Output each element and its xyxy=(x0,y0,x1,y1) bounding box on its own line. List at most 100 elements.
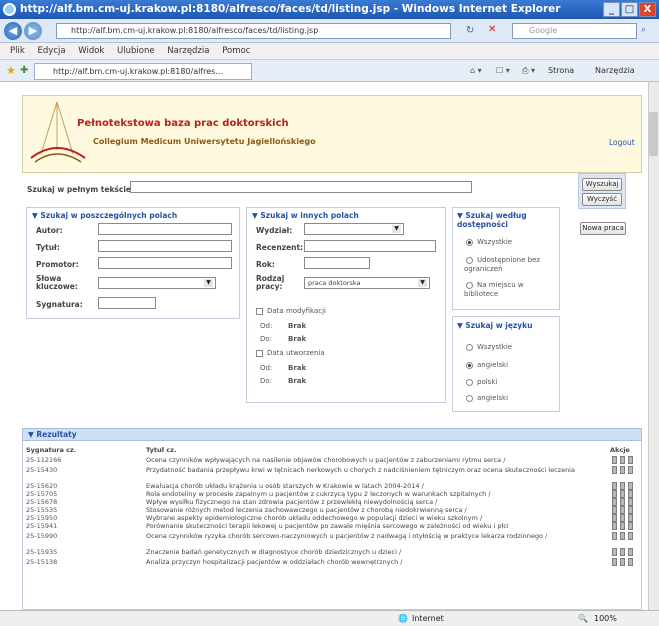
edit-icon[interactable] xyxy=(620,466,625,474)
created-to-value[interactable]: Brak xyxy=(288,377,306,385)
fulltext-input[interactable] xyxy=(130,181,472,193)
mod-from-value[interactable]: Brak xyxy=(288,322,306,330)
row-title[interactable]: Ocena czynników wpływających na nasileni… xyxy=(146,456,608,464)
edit-icon[interactable] xyxy=(620,490,625,498)
reviewer-input[interactable] xyxy=(304,240,436,252)
row-title[interactable]: Wybrane aspekty epidemiologiczne chorób … xyxy=(146,514,608,522)
row-title[interactable]: Stosowanie różnych metod leczenia zachow… xyxy=(146,506,608,514)
search-icon[interactable]: ⌕ xyxy=(641,25,646,35)
view-icon[interactable] xyxy=(612,506,617,514)
col-signature-header[interactable]: Sygnatura cz. xyxy=(26,446,76,454)
delete-icon[interactable] xyxy=(628,506,633,514)
row-title[interactable]: Znaczenie badań genetycznych w diagnosty… xyxy=(146,548,608,556)
edit-icon[interactable] xyxy=(620,558,625,566)
page-menu[interactable]: Strona xyxy=(548,60,574,82)
mod-to-value[interactable]: Brak xyxy=(288,335,306,343)
edit-icon[interactable] xyxy=(620,506,625,514)
delete-icon[interactable] xyxy=(628,548,633,556)
menu-tools[interactable]: Narzędzia xyxy=(167,46,209,56)
row-title[interactable]: Ewaluacja chorób układu krążenia u osób … xyxy=(146,482,608,490)
forward-button[interactable]: ▶ xyxy=(24,22,42,40)
edit-icon[interactable] xyxy=(620,456,625,464)
view-icon[interactable] xyxy=(612,522,617,530)
edit-icon[interactable] xyxy=(620,532,625,540)
stop-icon[interactable]: ✕ xyxy=(488,24,496,35)
signature-input[interactable] xyxy=(98,297,156,309)
author-input[interactable] xyxy=(98,223,232,235)
keywords-select[interactable]: ▼ xyxy=(98,277,216,289)
edit-icon[interactable] xyxy=(620,514,625,522)
add-favorite-icon[interactable]: ✚ xyxy=(20,60,28,82)
edit-icon[interactable] xyxy=(620,482,625,490)
view-icon[interactable] xyxy=(612,532,617,540)
tools-menu[interactable]: Narzędzia xyxy=(595,60,635,82)
ie-logo-icon xyxy=(3,3,16,16)
logout-link[interactable]: Logout xyxy=(609,138,635,147)
lang-english-radio[interactable] xyxy=(466,362,473,369)
delete-icon[interactable] xyxy=(628,490,633,498)
delete-icon[interactable] xyxy=(628,466,633,474)
delete-icon[interactable] xyxy=(628,558,633,566)
edit-icon[interactable] xyxy=(620,548,625,556)
row-title[interactable]: Rola endoteliny w procesie zapalnym u pa… xyxy=(146,490,608,498)
zoom-level[interactable]: 100% xyxy=(594,611,617,626)
view-icon[interactable] xyxy=(612,498,617,506)
vertical-scrollbar[interactable] xyxy=(648,82,659,610)
edit-icon[interactable] xyxy=(620,522,625,530)
menu-file[interactable]: Plik xyxy=(10,46,25,56)
menu-favorites[interactable]: Ulubione xyxy=(117,46,155,56)
delete-icon[interactable] xyxy=(628,456,633,464)
zoom-icon: 🔍 xyxy=(578,614,588,623)
view-icon[interactable] xyxy=(612,466,617,474)
clear-button[interactable]: Wyczyść xyxy=(582,193,622,206)
lang-all-radio[interactable] xyxy=(466,344,473,351)
col-title-header[interactable]: Tytuł cz. xyxy=(146,446,176,454)
row-title[interactable]: Ocena czynników ryzyka chorób sercowo-na… xyxy=(146,532,608,548)
created-from-value[interactable]: Brak xyxy=(288,364,306,372)
view-icon[interactable] xyxy=(612,482,617,490)
view-icon[interactable] xyxy=(612,490,617,498)
created-date-checkbox[interactable] xyxy=(256,350,263,357)
home-icon[interactable]: ⌂ ▾ xyxy=(470,60,482,82)
view-icon[interactable] xyxy=(612,548,617,556)
lang-polish-radio[interactable] xyxy=(466,379,473,386)
print-icon[interactable]: ⎙ ▾ xyxy=(522,60,535,82)
minimize-button[interactable]: _ xyxy=(603,2,620,17)
menu-help[interactable]: Pomoc xyxy=(222,46,250,56)
row-title[interactable]: Przydatność badania przepływu krwi w tęt… xyxy=(146,466,608,482)
delete-icon[interactable] xyxy=(628,498,633,506)
title-input[interactable] xyxy=(98,240,232,252)
feeds-icon[interactable]: ☐ ▾ xyxy=(496,60,510,82)
refresh-icon[interactable]: ↻ xyxy=(466,25,474,36)
delete-icon[interactable] xyxy=(628,482,633,490)
search-button[interactable]: Wyszukaj xyxy=(582,178,622,191)
delete-icon[interactable] xyxy=(628,522,633,530)
menu-edit[interactable]: Edycja xyxy=(37,46,65,56)
search-field[interactable]: Google xyxy=(512,23,637,39)
view-icon[interactable] xyxy=(612,558,617,566)
new-work-button[interactable]: Nowa praca xyxy=(580,222,626,235)
maximize-button[interactable]: □ xyxy=(621,2,638,17)
access-group-title: ▼ Szukaj według dostępności xyxy=(457,211,527,229)
delete-icon[interactable] xyxy=(628,532,633,540)
browser-tab[interactable]: http://alf.bm.cm-uj.krakow.pl:8180/alfre… xyxy=(34,63,252,80)
favorites-star-icon[interactable]: ★ xyxy=(6,60,16,82)
faculty-select[interactable]: ▼ xyxy=(304,223,404,235)
year-input[interactable] xyxy=(304,257,370,269)
access-all-radio[interactable] xyxy=(466,239,473,246)
menu-view[interactable]: Widok xyxy=(78,46,104,56)
edit-icon[interactable] xyxy=(620,498,625,506)
mod-date-checkbox[interactable] xyxy=(256,308,263,315)
view-icon[interactable] xyxy=(612,456,617,464)
row-title[interactable]: Wpływ wysiłku fizycznego na stan zdrowia… xyxy=(146,498,608,506)
delete-icon[interactable] xyxy=(628,514,633,522)
scrollbar-thumb[interactable] xyxy=(649,112,658,156)
view-icon[interactable] xyxy=(612,514,617,522)
close-button[interactable]: X xyxy=(639,2,656,17)
type-select[interactable]: praca doktorska ▼ xyxy=(304,277,430,289)
back-button[interactable]: ◀ xyxy=(4,22,22,40)
row-title[interactable]: Analiza przyczyn hospitalizacji pacjentó… xyxy=(146,558,608,566)
address-field[interactable]: http://alf.bm.cm-uj.krakow.pl:8180/alfre… xyxy=(56,23,451,39)
lang-other-radio[interactable] xyxy=(466,395,473,402)
promoter-input[interactable] xyxy=(98,257,232,269)
